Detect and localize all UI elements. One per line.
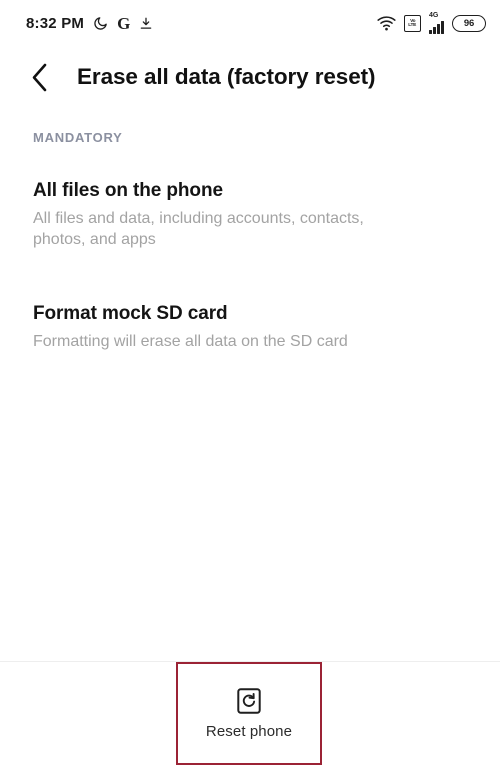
bottom-action-bar: Reset phone [0, 662, 500, 765]
status-bar-left: 8:32 PM G [26, 15, 153, 32]
status-bar-right: Vo LTE 4G 96 [377, 11, 486, 34]
signal-bar-4 [441, 20, 444, 34]
page-title: Erase all data (factory reset) [77, 64, 376, 89]
reset-phone-button[interactable]: Reset phone [176, 662, 322, 765]
list-item-subtitle: All files and data, including accounts, … [33, 209, 364, 249]
list-item-title: All files on the phone [33, 180, 223, 201]
cellular-signal-icon: 4G [429, 11, 444, 34]
signal-bar-1 [429, 29, 432, 34]
download-icon [139, 16, 153, 31]
section-header-mandatory: MANDATORY [33, 130, 123, 145]
reset-phone-label: Reset phone [205, 722, 293, 740]
battery-icon: 96 [452, 14, 486, 32]
volte-icon: Vo LTE [404, 14, 421, 32]
mandatory-list: All files on the phone All files and dat… [0, 171, 500, 362]
signal-bar-3 [437, 23, 440, 34]
status-bar-clock: 8:32 PM [26, 14, 85, 32]
list-item-all-files[interactable]: All files on the phone All files and dat… [0, 171, 500, 261]
moon-icon [93, 16, 108, 31]
battery-level-label: 96 [463, 17, 475, 29]
signal-bar-2 [433, 26, 436, 34]
status-bar: 8:32 PM G Vo LTE 4G 96 [0, 0, 500, 46]
app-bar: Erase all data (factory reset) [0, 46, 500, 108]
content-area: MANDATORY All files on the phone All fil… [0, 108, 500, 765]
wifi-icon [377, 15, 396, 31]
chevron-left-icon [32, 63, 46, 91]
list-item-format-sd-card[interactable]: Format mock SD card Formatting will eras… [0, 294, 500, 362]
google-icon: G [117, 13, 131, 33]
list-item-title: Format mock SD card [33, 302, 228, 324]
volte-line-2: LTE [408, 22, 417, 28]
list-item-subtitle: Formatting will erase all data on the SD… [33, 332, 348, 350]
back-button[interactable] [20, 58, 58, 96]
network-type-label: 4G [429, 11, 439, 19]
reset-icon [237, 687, 261, 714]
settings-screen: 8:32 PM G Vo LTE 4G 96 Erase all data (f… [0, 0, 500, 765]
